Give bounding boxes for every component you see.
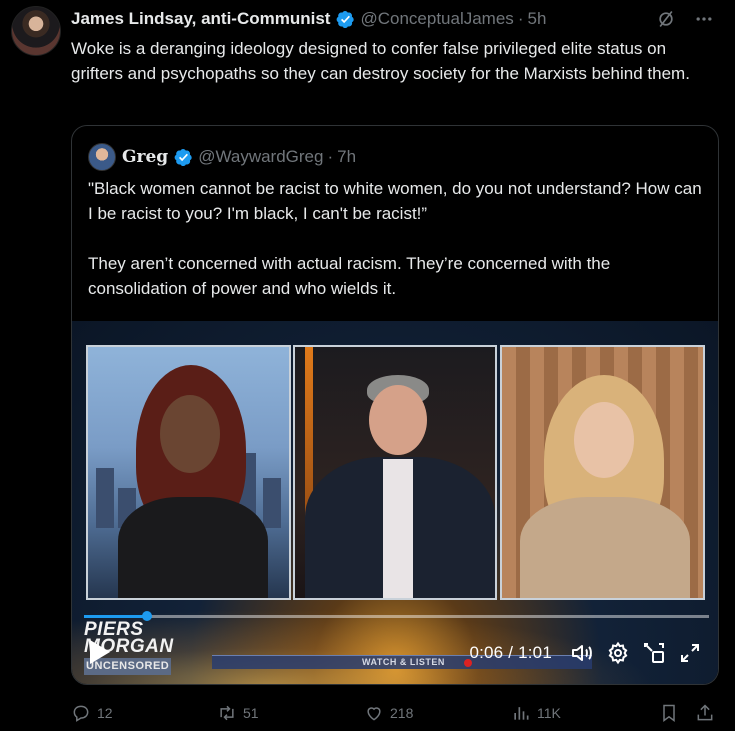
tweet-text: Woke is a deranging ideology designed to… — [71, 39, 690, 83]
author-name[interactable]: James Lindsay, anti-Communist — [71, 9, 330, 29]
tweet-actions: 12 51 218 11K — [71, 701, 719, 725]
verified-badge-icon — [174, 148, 192, 166]
ticker-text: WATCH & LISTEN — [362, 657, 445, 667]
heart-icon — [367, 707, 381, 721]
video-progress-bar[interactable] — [84, 611, 709, 621]
city-building — [96, 468, 114, 528]
author-avatar[interactable] — [11, 6, 61, 56]
quoted-author-name[interactable]: Greg — [122, 147, 168, 167]
video-progress-fill — [84, 615, 147, 618]
repost-icon — [220, 705, 234, 721]
quoted-author-avatar[interactable] — [88, 143, 116, 171]
reply-count: 12 — [97, 705, 113, 721]
bookmark-button[interactable] — [659, 701, 679, 725]
city-building — [263, 478, 281, 528]
quoted-tweet[interactable]: Greg @WaywardGreg · 7h "Black women cann… — [71, 125, 719, 685]
volume-icon[interactable] — [570, 641, 594, 665]
video-panel-middle — [293, 345, 497, 600]
tweet-header: James Lindsay, anti-Communist @Conceptua… — [71, 8, 715, 30]
views-count: 11K — [537, 705, 561, 721]
separator-dot: · — [517, 9, 524, 28]
quoted-author-handle[interactable]: @WaywardGreg — [198, 147, 323, 167]
header-actions — [655, 8, 715, 30]
video-player[interactable]: PIERS MORGAN UNCENSORED WATCH & LISTEN 0… — [72, 321, 718, 684]
like-button[interactable]: 218 — [364, 701, 413, 725]
tweet[interactable]: James Lindsay, anti-Communist @Conceptua… — [0, 0, 735, 731]
settings-gear-icon[interactable] — [606, 641, 630, 665]
video-time-display: 0:06 / 1:01 — [469, 643, 552, 662]
share-button[interactable] — [695, 701, 715, 725]
reply-icon — [73, 705, 89, 722]
repost-button[interactable]: 51 — [217, 701, 259, 725]
grok-icon[interactable] — [655, 8, 677, 30]
quoted-tweet-header: Greg @WaywardGreg · 7h — [88, 143, 356, 171]
reply-button[interactable]: 12 — [71, 701, 113, 725]
quoted-tweet-text: "Black women cannot be racist to white w… — [88, 176, 703, 301]
repost-count: 51 — [243, 705, 259, 721]
bookmark-icon — [663, 704, 675, 722]
more-options-icon[interactable] — [693, 8, 715, 30]
quoted-paragraph-2: They aren’t concerned with actual racism… — [88, 254, 611, 298]
video-panel-left — [86, 345, 291, 600]
verified-badge-icon — [337, 10, 355, 28]
quoted-paragraph-1: "Black women cannot be racist to white w… — [88, 179, 702, 223]
tweet-time[interactable]: 5h — [527, 9, 546, 29]
video-controls: 0:06 / 1:01 — [469, 641, 702, 665]
separator-dot: · — [327, 147, 334, 166]
fullscreen-icon[interactable] — [678, 641, 702, 665]
share-icon — [697, 704, 713, 721]
picture-in-picture-icon[interactable] — [642, 641, 666, 665]
quoted-tweet-time[interactable]: 7h — [337, 147, 356, 167]
views-icon — [514, 707, 529, 720]
video-panel-right — [500, 345, 705, 600]
like-count: 218 — [390, 705, 414, 721]
play-icon[interactable] — [88, 639, 112, 665]
author-handle[interactable]: @ConceptualJames — [360, 9, 513, 29]
views-button[interactable]: 11K — [511, 701, 561, 725]
